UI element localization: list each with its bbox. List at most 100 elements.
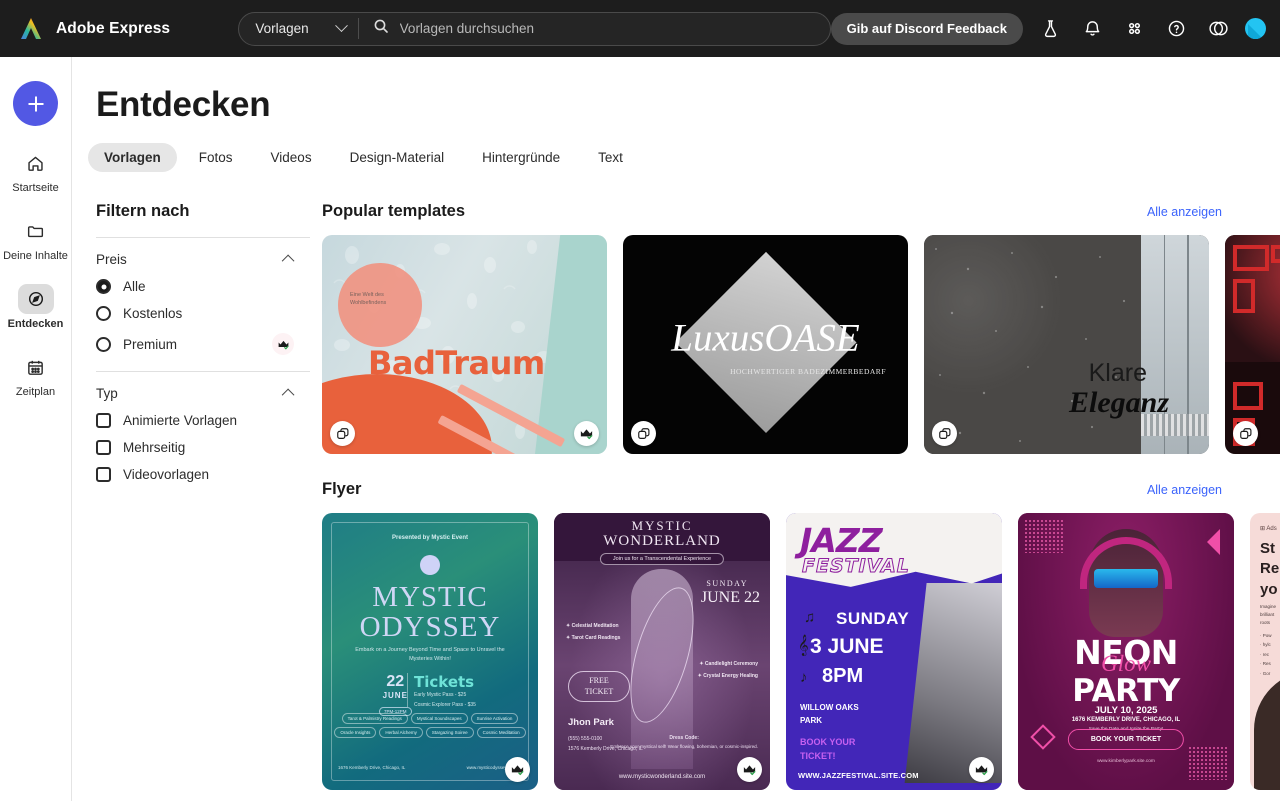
tab-design-material[interactable]: Design-Material [334,143,461,172]
template-card-badtraum[interactable]: Eine Welt des Wohlbefindens BadTraum [322,235,607,454]
template-card-mystic-odyssey[interactable]: Presented by Mystic Event MYSTIC ODYSSEY… [322,513,538,790]
multipage-icon[interactable] [631,421,656,446]
flyer-day-label: SUNDAY [706,579,748,588]
tab-hintergruende[interactable]: Hintergründe [466,143,576,172]
flyer-venue: WILLOW OAKS PARK [800,701,859,728]
bullet-text: Candlelight Ceremony [704,661,758,667]
filter-option-kostenlos[interactable]: Kostenlos [96,306,310,321]
filter-section-title: Preis [96,252,127,267]
flyer-bullet: ✦ Tarot Card Readings [566,635,621,641]
flyer-join-text: Join us for a Transcendental Experience [599,553,725,565]
checkbox-videovorlagen[interactable] [96,467,111,482]
filter-option-videovorlagen[interactable]: Videovorlagen [96,467,310,482]
wall-texture [924,235,1147,454]
flyer-paragraph: Imagine brilliant roots [1260,604,1277,626]
tab-text[interactable]: Text [582,143,639,172]
template-card-jazz-festival[interactable]: JAZZ FESTIVAL ♫ 𝄞 ♪ SUNDAY 3 JUNE 8PM WI… [786,513,1002,790]
flyer-address: 1676 Kemberly Drive, Chicago, IL [338,764,406,770]
filter-option-alle[interactable]: Alle [96,279,310,294]
filter-option-premium[interactable]: Premium [96,333,310,355]
checkbox-mehrseitig[interactable] [96,440,111,455]
sidebar-item-deine-inhalte[interactable]: Deine Inhalte [2,216,70,262]
template-card-neon-glow-party[interactable]: NEON Glow PARTY JULY 10, 2025 1676 KEMBE… [1018,513,1234,790]
flyer-title-line2: FESTIVAL [802,555,910,578]
person-photo [1254,670,1280,790]
activity-pill: Cosmic Meditation [476,727,526,738]
template-title: BadTraum [368,344,545,382]
creative-cloud-icon[interactable] [1203,14,1233,44]
activity-pill: Oracle Insights [334,727,377,738]
bullet-text: Crystal Energy Healing [703,673,758,679]
flask-icon[interactable] [1035,14,1065,44]
main-content: Entdecken Vorlagen Fotos Videos Design-M… [72,57,1280,801]
filter-panel: Filtern nach Preis Alle Kostenlos Premiu… [72,202,310,790]
crown-icon [272,333,294,355]
sidebar-item-zeitplan[interactable]: Zeitplan [2,352,70,398]
radio-alle[interactable] [96,279,111,294]
multipage-icon[interactable] [932,421,957,446]
filter-section-header[interactable]: Preis [96,252,310,268]
multipage-icon[interactable] [1233,421,1258,446]
free-ticket-line2: TICKET [584,686,614,696]
template-card-luxusoase[interactable]: LuxusOASE HOCHWERTIGER BADEZIMMERBEDARF [623,235,908,454]
multipage-icon[interactable] [330,421,355,446]
radio-premium[interactable] [96,336,111,352]
triangle-decoration [1194,529,1220,555]
activity-pills: Tarot & Palmistry Readings Mystical Soun… [330,713,530,738]
left-rail: Startseite Deine Inhalte Entdecken Zeitp… [0,57,72,801]
checkbox-animierte-vorlagen[interactable] [96,413,111,428]
search-bar[interactable]: Vorlagen [238,11,831,46]
sidebar-item-label: Deine Inhalte [3,250,68,262]
flyer-address: 1676 KEMBERLY DRIVE, CHICAGO, IL [1071,717,1181,723]
venue-line2: PARK [800,716,823,726]
radio-kostenlos[interactable] [96,306,111,321]
premium-crown-icon[interactable] [505,757,530,782]
saxophonist-photo [904,583,1002,783]
see-all-link-flyer[interactable]: Alle anzeigen [1147,483,1222,497]
search-input[interactable] [399,21,830,36]
premium-crown-icon[interactable] [969,757,994,782]
flyer-date: JULY 10, 2025 [1094,705,1158,716]
tickets-block: Tickets Early Mystic Pass - $25 Cosmic E… [414,673,476,710]
template-card-klare-eleganz[interactable]: Klare Eleganz [924,235,1209,454]
flyer-title-line2: ODYSSEY [359,611,501,643]
premium-crown-icon[interactable] [737,757,762,782]
tab-videos[interactable]: Videos [255,143,328,172]
top-bar-actions: Gib auf Discord Feedback [830,12,1280,45]
brand[interactable]: Adobe Express [0,16,220,42]
template-subtitle-text: HOCHWERTIGER BADEZIMMERBEDARF [730,367,886,377]
ads-label: ⊞ Ads [1260,526,1277,532]
user-avatar[interactable] [1245,18,1266,39]
search-field[interactable] [359,13,830,45]
search-category-label: Vorlagen [255,21,309,36]
tab-fotos[interactable]: Fotos [183,143,249,172]
free-ticket-line1: FREE [589,676,609,686]
discord-feedback-button[interactable]: Gib auf Discord Feedback [830,12,1023,45]
filter-section-title: Typ [96,386,118,401]
template-subtitle: Eine Welt des Wohlbefindens [350,292,387,307]
section-title: Flyer [322,480,362,498]
apps-grid-icon[interactable] [1119,14,1149,44]
help-icon[interactable] [1161,14,1191,44]
sidebar-item-entdecken[interactable]: Entdecken [2,284,70,330]
filter-section-header[interactable]: Typ [96,386,310,402]
template-card-pink-flyer[interactable]: ⊞ Ads St Re yo Imagine brilliant roots · P… [1250,513,1280,790]
create-new-button[interactable] [13,81,58,126]
ticket-line2: Cosmic Explorer Pass - $35 [414,701,476,708]
flyer-heading: St Re yo [1260,539,1279,600]
search-category-select[interactable]: Vorlagen [239,13,357,45]
template-grid: Popular templates Alle anzeigen Eine Wel… [310,202,1280,790]
frame-decoration [1233,245,1269,271]
bell-icon[interactable] [1077,14,1107,44]
template-card-red-pattern[interactable] [1225,235,1280,454]
frame-decoration [1271,245,1280,263]
flyer-bullets: · Pow · hylc · rec · Res · Gor [1260,633,1272,676]
filter-option-mehrseitig[interactable]: Mehrseitig [96,440,310,455]
tab-vorlagen[interactable]: Vorlagen [88,143,177,172]
sidebar-item-startseite[interactable]: Startseite [2,148,70,194]
see-all-link-popular[interactable]: Alle anzeigen [1147,205,1222,219]
filter-section-preis: Preis Alle Kostenlos Premium [96,237,310,355]
template-card-mystic-wonderland[interactable]: MYSTIC WONDERLAND Join us for a Transcen… [554,513,770,790]
filter-option-animierte-vorlagen[interactable]: Animierte Vorlagen [96,413,310,428]
premium-crown-icon[interactable] [574,421,599,446]
